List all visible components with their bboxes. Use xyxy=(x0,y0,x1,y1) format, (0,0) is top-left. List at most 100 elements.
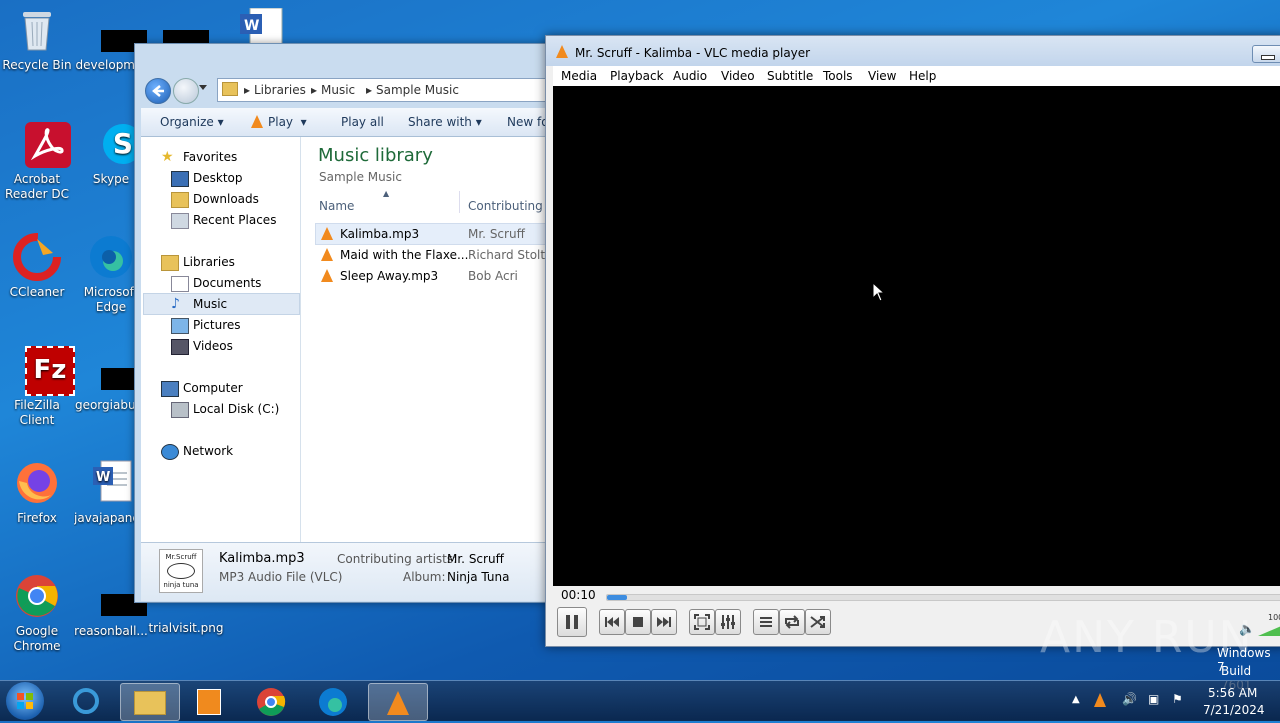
sort-ascending-icon: ▲ xyxy=(383,189,390,198)
acrobat-icon xyxy=(13,120,71,168)
seek-bar[interactable] xyxy=(606,594,1280,601)
file-name: Sleep Away.mp3 xyxy=(340,269,439,283)
shuffle-button[interactable] xyxy=(805,609,831,635)
volume-level: 100% xyxy=(1268,613,1280,622)
pictures-icon xyxy=(171,318,189,334)
breadcrumb-separator-icon: ▸ xyxy=(311,83,318,97)
start-button[interactable] xyxy=(6,682,44,720)
breadcrumb-music[interactable]: Music xyxy=(321,83,355,97)
icon-label: Google Chrome xyxy=(13,624,61,653)
taskbar-ie[interactable] xyxy=(58,683,116,719)
breadcrumb-sample-music[interactable]: Sample Music xyxy=(376,83,459,97)
menu-video[interactable]: Video xyxy=(721,69,755,83)
file-artist: Bob Acri xyxy=(468,269,518,283)
file-row[interactable]: Sleep Away.mp3 Bob Acri xyxy=(315,266,555,286)
menu-playback[interactable]: Playback xyxy=(610,69,664,83)
file-name: Maid with the Flaxe... xyxy=(340,248,469,262)
seek-bar-fill xyxy=(607,595,628,600)
breadcrumb-libraries[interactable]: Libraries xyxy=(254,83,306,97)
redacted-file-icon xyxy=(87,6,147,54)
video-area[interactable] xyxy=(553,86,1280,586)
vlc-menubar: Media Playback Audio Video Subtitle Tool… xyxy=(553,66,1280,86)
forward-button[interactable] xyxy=(173,78,199,104)
desktop-icon-acrobat[interactable]: Acrobat Reader DC xyxy=(0,120,74,202)
documents-icon xyxy=(171,276,189,292)
redacted-file-icon xyxy=(87,572,147,620)
album-art-thumbnail: Mr.Scruff ninja tuna xyxy=(159,549,203,593)
explorer-window[interactable]: Libraries Music Sample Music ▸ ▸ ▸ Organ… xyxy=(134,43,559,603)
vlc-cone-icon xyxy=(321,248,333,261)
details-artists-value: Mr. Scruff xyxy=(447,552,504,566)
redacted-file-icon xyxy=(87,346,147,394)
play-all-button[interactable]: Play all xyxy=(341,115,384,129)
menu-audio[interactable]: Audio xyxy=(673,69,707,83)
fullscreen-button[interactable] xyxy=(689,609,715,635)
tray-vlc-icon[interactable] xyxy=(1094,693,1106,707)
music-note-icon: ♪ xyxy=(171,296,180,312)
desktop-icon-firefox[interactable]: Firefox xyxy=(0,459,74,526)
hard-disk-icon xyxy=(171,402,189,418)
minimize-button[interactable] xyxy=(1252,45,1280,63)
desktop-icon-filezilla[interactable]: Fz FileZilla Client xyxy=(0,346,75,428)
taskbar-vlc[interactable] xyxy=(368,683,428,721)
taskbar-edge[interactable] xyxy=(304,683,362,719)
new-folder-button[interactable]: New fo xyxy=(507,115,549,129)
word-document-icon[interactable]: W xyxy=(238,7,284,45)
clock-time[interactable]: 5:56 AM xyxy=(1208,686,1257,700)
vlc-cone-icon xyxy=(321,227,333,240)
network-tray-icon[interactable]: ▣ xyxy=(1148,692,1159,706)
extended-settings-button[interactable] xyxy=(715,609,741,635)
volume-slider[interactable]: 100% xyxy=(1258,613,1280,636)
address-bar[interactable]: Libraries Music Sample Music ▸ ▸ ▸ xyxy=(217,78,559,102)
volume-tray-icon[interactable]: 🔊 xyxy=(1122,692,1137,706)
organize-button[interactable]: Organize ▾ xyxy=(160,115,224,129)
pause-button[interactable] xyxy=(557,607,587,637)
icon-label: trialvisit.png xyxy=(148,621,224,635)
share-with-button[interactable]: Share with ▾ xyxy=(408,115,482,129)
clock-date[interactable]: 7/21/2024 xyxy=(1203,703,1265,717)
taskbar-explorer[interactable] xyxy=(120,683,180,721)
details-pane: Mr.Scruff ninja tuna Kalimba.mp3 MP3 Aud… xyxy=(141,542,555,601)
menu-subtitle[interactable]: Subtitle xyxy=(767,69,813,83)
recent-pages-chevron-icon[interactable] xyxy=(199,85,207,90)
star-icon: ★ xyxy=(161,149,174,165)
action-center-flag-icon[interactable]: ⚑ xyxy=(1172,692,1183,706)
playlist-button[interactable] xyxy=(753,609,779,635)
desktop-icon-trialvisit[interactable]: trialvisit.png xyxy=(148,621,224,636)
explorer-toolbar: Organize ▾ Play ▾ Play all Share with ▾ … xyxy=(141,108,555,137)
folder-icon xyxy=(222,82,238,96)
stop-button[interactable] xyxy=(625,609,651,635)
menu-view[interactable]: View xyxy=(868,69,896,83)
taskbar-media-player[interactable] xyxy=(180,683,238,719)
internet-explorer-icon xyxy=(73,688,99,714)
file-artist: Mr. Scruff xyxy=(468,227,525,241)
file-row[interactable]: Maid with the Flaxe... Richard Stoltzm xyxy=(315,245,555,265)
menu-media[interactable]: Media xyxy=(561,69,597,83)
back-button[interactable] xyxy=(145,78,171,104)
recent-places-icon xyxy=(171,213,189,229)
column-header-artist[interactable]: Contributing a xyxy=(468,199,554,213)
loop-button[interactable] xyxy=(779,609,805,635)
icon-label: Recycle Bin xyxy=(2,58,72,72)
icon-label: FileZilla Client xyxy=(14,398,60,427)
menu-help[interactable]: Help xyxy=(909,69,936,83)
previous-button[interactable] xyxy=(599,609,625,635)
details-album-label: Album: xyxy=(403,570,446,584)
desktop-icon-recycle-bin[interactable]: Recycle Bin xyxy=(0,6,74,73)
navigation-pane: ★ Favorites Desktop Downloads Recent Plac… xyxy=(141,137,301,542)
filezilla-icon: Fz xyxy=(13,346,75,396)
vlc-titlebar[interactable]: Mr. Scruff - Kalimba - VLC media player xyxy=(546,36,1280,66)
column-header-name[interactable]: Name xyxy=(319,199,354,213)
vlc-cone-icon xyxy=(251,115,263,128)
desktop-icon-ccleaner[interactable]: CCleaner xyxy=(0,233,74,300)
menu-tools[interactable]: Tools xyxy=(823,69,853,83)
next-button[interactable] xyxy=(651,609,677,635)
taskbar-chrome[interactable] xyxy=(242,683,300,719)
desktop-icon xyxy=(171,171,189,187)
file-row[interactable]: Kalimba.mp3 Mr. Scruff xyxy=(315,223,555,245)
play-button[interactable]: Play ▾ xyxy=(251,115,307,129)
desktop-icon-chrome[interactable]: Google Chrome xyxy=(0,572,74,654)
vlc-window[interactable]: Mr. Scruff - Kalimba - VLC media player … xyxy=(545,35,1280,647)
show-hidden-icons-chevron-icon[interactable]: ▲ xyxy=(1072,694,1080,705)
details-artists-label: Contributing artists: xyxy=(337,552,458,566)
